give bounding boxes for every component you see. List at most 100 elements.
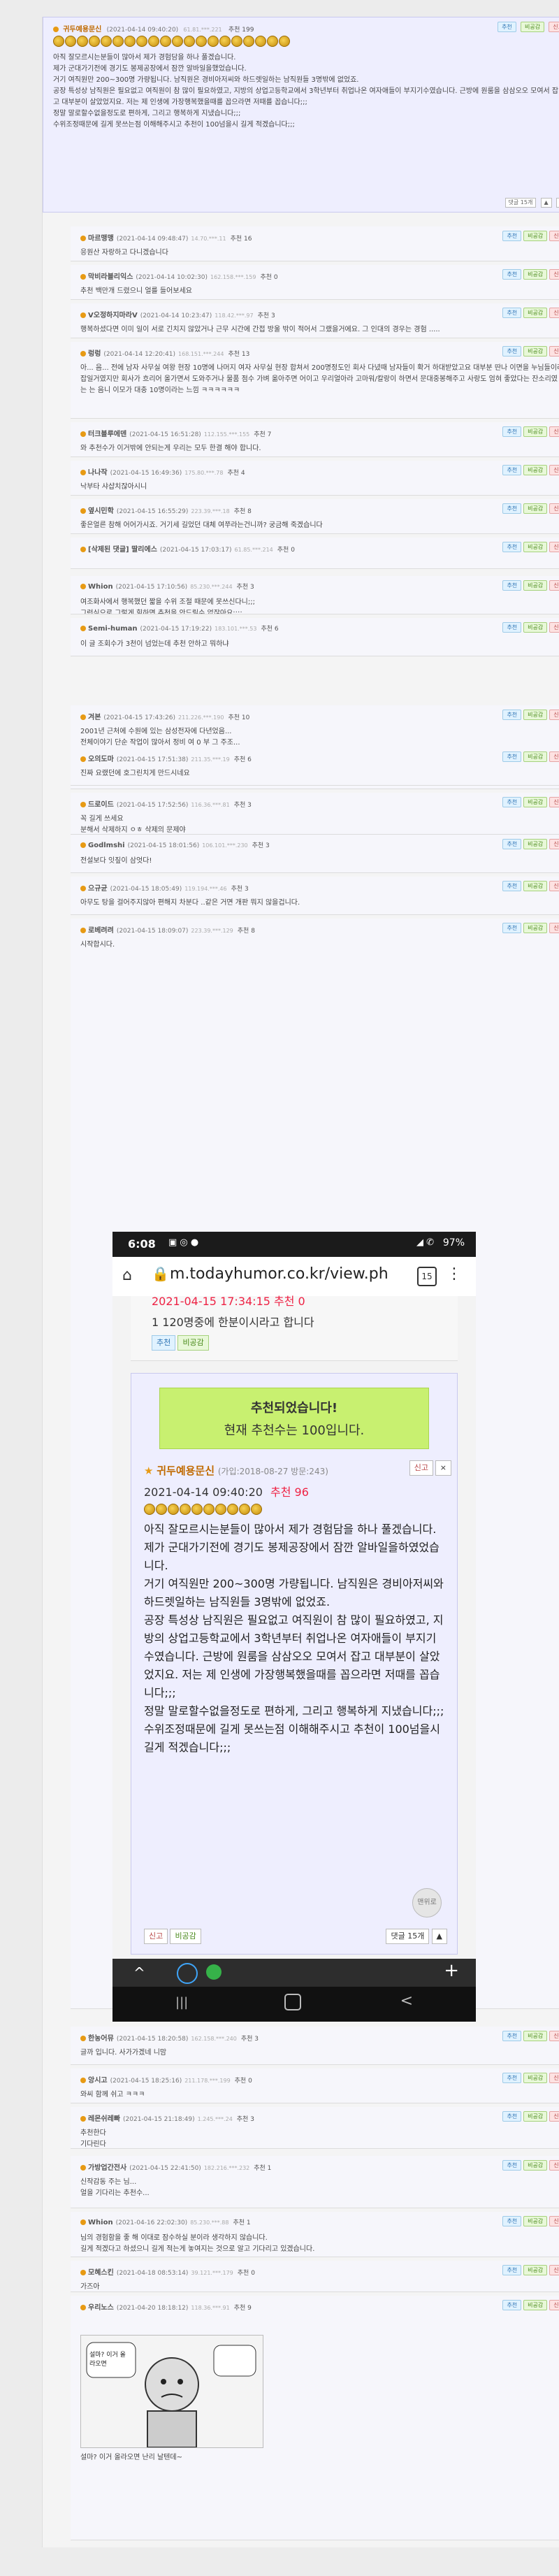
recommend-button[interactable]: 추천 xyxy=(502,542,521,552)
comment-nick[interactable]: 옆시민학 xyxy=(88,508,114,515)
scroll-top-button[interactable]: 맨위로 xyxy=(412,1888,442,1917)
report-button[interactable]: 신고 xyxy=(549,2216,559,2226)
comment-nick[interactable]: Whion xyxy=(88,583,113,591)
report-button[interactable]: 신고 xyxy=(549,231,559,241)
report-button[interactable]: 신고 xyxy=(409,1460,433,1476)
comment-nick[interactable]: [삭제된 댓글] 딸리에스 xyxy=(88,546,157,554)
recents-icon[interactable]: ||| xyxy=(175,1995,188,2010)
tab-count[interactable]: 15 xyxy=(417,1267,437,1286)
comment-nick[interactable]: V오정하지마라V xyxy=(88,312,138,319)
recommend-button[interactable]: 추천 xyxy=(502,2300,521,2310)
report-button[interactable]: 신고 xyxy=(549,881,559,891)
close-icon[interactable]: × xyxy=(435,1460,451,1476)
comment-nick[interactable]: 가방업간전사 xyxy=(88,2164,126,2172)
unrecommend-button[interactable]: 비공감 xyxy=(523,622,547,633)
comment-nick[interactable]: 렁렁 xyxy=(88,350,101,358)
unrecommend-button[interactable]: 비공감 xyxy=(523,269,547,280)
unrecommend-button[interactable]: 비공감 xyxy=(523,580,547,591)
unrecommend-button[interactable]: 비공감 xyxy=(523,797,547,807)
comment-nick[interactable]: 레몬쉬레빠 xyxy=(88,2115,120,2123)
report-button[interactable]: 신고 xyxy=(549,2265,559,2275)
report-button[interactable]: 신고 xyxy=(549,2111,559,2122)
report-button[interactable]: 신고 xyxy=(549,542,559,552)
reply-count-button[interactable]: 댓글 15개 xyxy=(386,1929,429,1944)
recommend-button[interactable]: 추천 xyxy=(502,2216,521,2226)
unrecommend-button[interactable]: 비공감 xyxy=(523,346,547,357)
recommend-button[interactable]: 추천 xyxy=(502,2160,521,2171)
back-icon[interactable]: < xyxy=(400,1992,413,2010)
unrecommend-button[interactable]: 비공감 xyxy=(523,426,547,437)
recommend-button[interactable]: 추천 xyxy=(502,923,521,933)
comment-nick[interactable]: 로베려려 xyxy=(88,927,114,935)
unrecommend-button[interactable]: 비공감 xyxy=(523,308,547,318)
report-button[interactable]: 신고 xyxy=(144,1929,168,1944)
report-button[interactable]: 신고 xyxy=(549,710,559,720)
unrecommend-button[interactable]: 비공감 xyxy=(523,923,547,933)
recommend-button[interactable]: 추천 xyxy=(502,231,521,241)
recommend-button[interactable]: 추천 xyxy=(502,465,521,475)
comment-nick[interactable]: 터크블루에덴 xyxy=(88,431,126,438)
report-button[interactable]: 신고 xyxy=(549,580,559,591)
recommend-button[interactable]: 추천 xyxy=(502,2265,521,2275)
report-button[interactable]: 신고 xyxy=(549,839,559,849)
report-button[interactable]: 신고 xyxy=(549,503,559,514)
comment-nick[interactable]: 나나작 xyxy=(88,469,108,477)
recommend-button[interactable]: 추천 xyxy=(502,2031,521,2041)
report-button[interactable]: 신고 xyxy=(549,2073,559,2083)
chevron-up-icon[interactable]: ^ xyxy=(133,1964,145,1981)
unrecommend-button[interactable]: 비공감 xyxy=(523,2111,547,2122)
unrecommend-button[interactable]: 비공감 xyxy=(170,1929,201,1944)
report-button[interactable]: 신고 xyxy=(549,622,559,633)
report-button[interactable]: 신고 xyxy=(549,2031,559,2041)
report-button[interactable]: 신고 xyxy=(549,2300,559,2310)
comment-nick[interactable]: 겨본 xyxy=(88,714,101,721)
app-icon[interactable] xyxy=(177,1963,198,1984)
recommend-button[interactable]: 추천 xyxy=(502,308,521,318)
unrecommend-button[interactable]: 비공감 xyxy=(523,542,547,552)
reply-count-button[interactable]: 댓글 15개 xyxy=(505,198,537,208)
recommend-button[interactable]: 추천 xyxy=(502,269,521,280)
report-button[interactable]: 신고 xyxy=(549,269,559,280)
comment-nick[interactable]: 으규균 xyxy=(88,885,108,893)
unrecommend-button[interactable]: 비공감 xyxy=(523,751,547,762)
unrecommend-button[interactable]: 비공감 xyxy=(523,881,547,891)
home-icon[interactable]: ⌂ xyxy=(122,1267,132,1284)
recommend-button[interactable]: 추천 xyxy=(152,1335,175,1351)
comment-nick[interactable]: 한농어뮤 xyxy=(88,2035,114,2043)
unrecommend-button[interactable]: 비공감 xyxy=(523,839,547,849)
menu-icon[interactable]: ⋮ xyxy=(447,1265,462,1283)
plus-icon[interactable]: + xyxy=(444,1960,459,1981)
unrecommend-button[interactable]: 비공감 xyxy=(523,2216,547,2226)
prev-button[interactable]: ▲ xyxy=(541,198,552,208)
comment-nick[interactable]: 모혜스킨 xyxy=(88,2269,114,2277)
recommend-button[interactable]: 추천 xyxy=(502,622,521,633)
chat-icon[interactable] xyxy=(206,1964,222,1980)
recommend-button[interactable]: 추천 xyxy=(502,580,521,591)
recommend-button[interactable]: 추천 xyxy=(502,751,521,762)
up-icon[interactable]: ▲ xyxy=(432,1929,447,1944)
comment-nick[interactable]: 마르맹맹 xyxy=(88,235,114,243)
report-button[interactable]: 신고 xyxy=(549,465,559,475)
recommend-button[interactable]: 추천 xyxy=(502,839,521,849)
next-button[interactable]: ▼ xyxy=(556,198,559,208)
recommend-button[interactable]: 추천 xyxy=(498,22,516,32)
comment-nick[interactable]: 앙시고 xyxy=(88,2077,108,2085)
home-button-icon[interactable] xyxy=(284,1994,301,2010)
report-button[interactable]: 신고 xyxy=(549,22,559,32)
recommend-button[interactable]: 추천 xyxy=(502,2111,521,2122)
comment-nick[interactable]: 우리노스 xyxy=(88,2304,114,2312)
comment-nick[interactable]: Semi-human xyxy=(88,625,138,633)
unrecommend-button[interactable]: 비공감 xyxy=(523,2265,547,2275)
recommend-button[interactable]: 추천 xyxy=(502,710,521,720)
comment-nick[interactable]: Godlmshi xyxy=(88,842,125,849)
report-button[interactable]: 신고 xyxy=(549,426,559,437)
recommend-button[interactable]: 추천 xyxy=(502,503,521,514)
report-button[interactable]: 신고 xyxy=(549,308,559,318)
comment-nick[interactable]: 드로이드 xyxy=(88,801,114,809)
recommend-button[interactable]: 추천 xyxy=(502,426,521,437)
report-button[interactable]: 신고 xyxy=(549,2160,559,2171)
unrecommend-button[interactable]: 비공감 xyxy=(523,503,547,514)
comment-nick[interactable]: 귀두예용문신 xyxy=(63,26,101,34)
report-button[interactable]: 신고 xyxy=(549,751,559,762)
unrecommend-button[interactable]: 비공감 xyxy=(523,710,547,720)
